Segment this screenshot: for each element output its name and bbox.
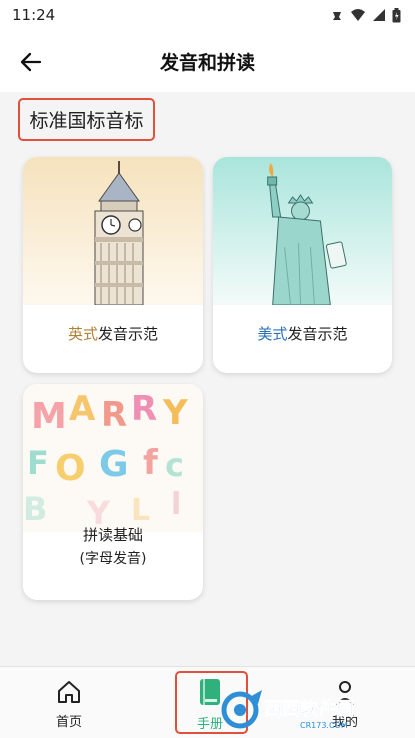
nav-home-label: 首页: [55, 715, 82, 730]
svg-text:c: c: [165, 446, 184, 484]
book-icon: [200, 679, 220, 705]
nav-home[interactable]: 首页: [24, 667, 114, 738]
bottom-nav: 首页 手册 我的: [0, 666, 415, 738]
british-accent-text: 英式: [67, 325, 98, 343]
signal-icon: [373, 9, 385, 21]
profile-icon: [336, 681, 354, 706]
arrow-left-icon: [20, 52, 42, 72]
svg-text:B: B: [23, 490, 47, 528]
svg-text:R: R: [101, 395, 127, 435]
back-button[interactable]: [16, 47, 46, 77]
svg-text:F: F: [27, 444, 49, 482]
wifi-icon: [351, 9, 365, 21]
british-pronunciation-label: 英式发音示范: [23, 323, 203, 344]
american-accent-text: 美式: [257, 325, 288, 343]
dnd-icon: [333, 12, 341, 20]
section-title-highlight: 标准国标音标: [18, 98, 155, 141]
app-bar: 发音和拼读: [0, 30, 415, 92]
nav-mine[interactable]: 我的: [300, 667, 390, 738]
british-pronunciation-card[interactable]: 英式发音示范: [23, 157, 203, 373]
status-time: 11:24: [12, 6, 56, 24]
status-bar: 11:24: [0, 0, 415, 30]
phonics-basics-card[interactable]: M A R R Y F O G f c B Y L l 拼读基础 (字母发音): [23, 384, 203, 600]
letters-illustration: M A R R Y F O G f c B Y L l: [23, 384, 203, 532]
svg-text:O: O: [55, 448, 86, 489]
phonics-basics-sublabel: (字母发音): [79, 551, 147, 567]
nav-manual[interactable]: 手册: [165, 667, 255, 738]
status-icons: [330, 7, 401, 23]
svg-text:Y: Y: [162, 393, 188, 433]
page-title: 发音和拼读: [159, 51, 255, 74]
american-pronunciation-card[interactable]: 美式发音示范: [213, 157, 392, 373]
nav-mine-label: 我的: [331, 715, 358, 730]
battery-icon: [392, 7, 401, 22]
home-icon: [58, 681, 80, 703]
svg-text:f: f: [143, 443, 159, 483]
phonics-basics-label: 拼读基础: [82, 526, 143, 544]
british-rest-text: 发音示范: [98, 325, 159, 343]
nav-manual-label: 手册: [196, 717, 223, 732]
statue-of-liberty-illustration: [213, 157, 392, 305]
svg-text:M: M: [31, 396, 67, 437]
section-title: 标准国标音标: [29, 110, 144, 132]
svg-text:L: L: [131, 493, 150, 528]
svg-text:l: l: [171, 487, 181, 522]
american-pronunciation-label: 美式发音示范: [213, 323, 392, 344]
svg-text:G: G: [99, 444, 129, 485]
american-rest-text: 发音示范: [287, 325, 348, 343]
svg-text:A: A: [69, 389, 96, 429]
svg-text:R: R: [131, 389, 157, 429]
big-ben-illustration: [23, 157, 203, 305]
